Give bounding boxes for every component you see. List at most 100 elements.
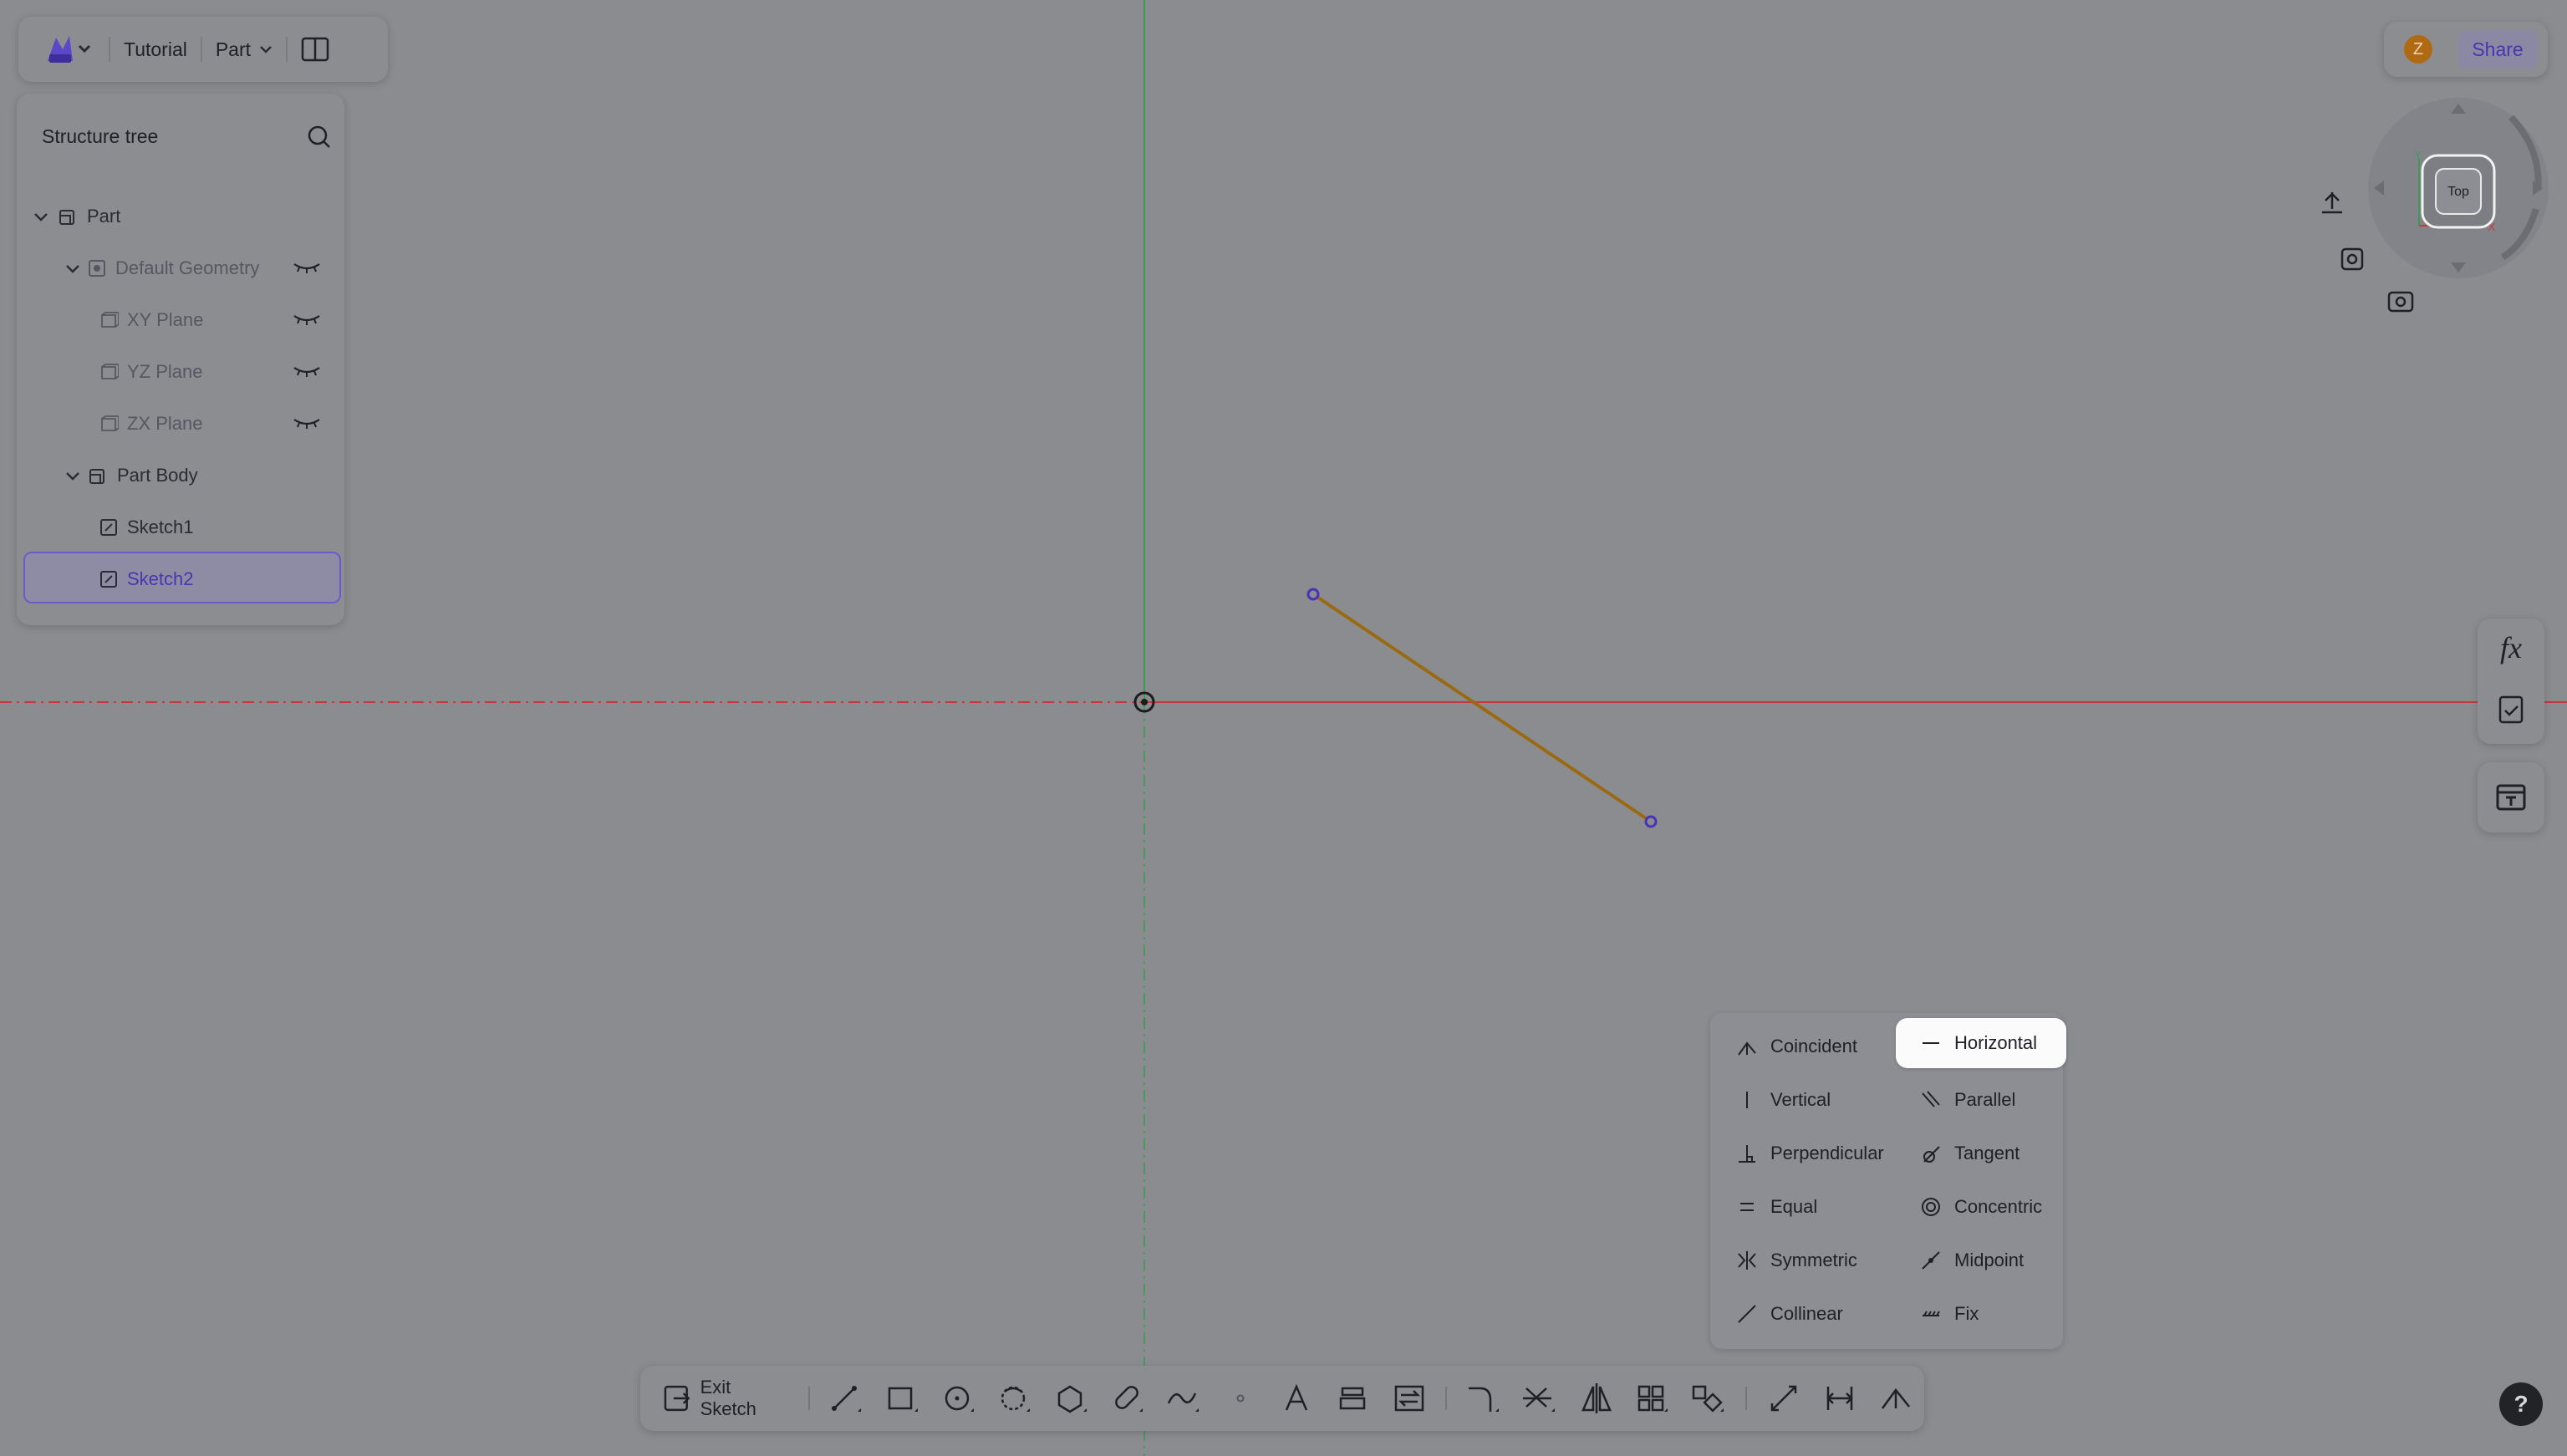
side-tools-panel-2 [2478,762,2544,832]
view-mode-icon[interactable] [2335,242,2369,276]
dimension-icon [1770,1385,1796,1412]
fx-button[interactable]: fx [2478,630,2544,665]
convert-tool[interactable] [1381,1373,1437,1423]
sketch-line[interactable] [1312,593,1653,823]
tree-item-part-body[interactable]: Part Body [64,456,198,495]
tree-item-zx-plane[interactable]: ZX Plane [99,405,203,443]
table-icon[interactable] [2494,781,2528,814]
spline-icon [1168,1392,1199,1412]
exit-sketch-button[interactable]: Exit Sketch [662,1377,792,1420]
constraint-label: Fix [1954,1303,1979,1324]
polygon-tool[interactable] [1043,1373,1099,1423]
mode-dropdown[interactable]: Part [216,38,251,61]
tree-item-label: Sketch1 [127,517,194,537]
divider [1445,1387,1448,1410]
constraint-tool[interactable] [1868,1373,1924,1423]
constraint-symmetric[interactable]: Symmetric [1719,1235,1889,1285]
project-name[interactable]: Tutorial [124,38,187,61]
tree-item-default-geometry[interactable]: Default Geometry [64,249,259,288]
constraint-label: Horizontal [1954,1032,2038,1053]
constraint-collinear[interactable]: Collinear [1719,1289,1889,1339]
search-icon[interactable] [306,124,333,150]
fit-view-icon[interactable] [2315,187,2349,221]
spline-tool[interactable] [1156,1373,1212,1423]
project-icon [1340,1387,1366,1410]
constraint-label: Coincident [1770,1036,1857,1056]
constraint-horizontal[interactable]: Horizontal [1896,1018,2066,1068]
constraint-perpendicular[interactable]: Perpendicular [1719,1128,1897,1179]
view-cube[interactable]: Y X Top [2362,92,2554,284]
mirror-tool[interactable] [1568,1373,1624,1423]
constraint-label: Perpendicular [1770,1143,1884,1163]
axis-y-label: Y [2414,148,2422,161]
tree-item-sketch2[interactable]: Sketch2 [99,560,194,598]
constraint-fix[interactable]: Fix [1902,1289,2061,1339]
constraint-equal[interactable]: Equal [1719,1182,1889,1232]
constraint-midpoint[interactable]: Midpoint [1902,1235,2061,1285]
tree-item-part[interactable]: Part [32,197,120,236]
tree-item-label: XY Plane [127,309,204,330]
sketch-toolbar: Exit Sketch [640,1366,1924,1431]
help-button[interactable]: ? [2499,1382,2543,1426]
sketch-canvas[interactable] [0,0,2567,1456]
plane-icon [101,312,119,328]
checklist-icon[interactable] [2494,692,2528,725]
avatar[interactable]: Z [2404,35,2432,64]
chevron-down-icon[interactable] [64,259,82,277]
divider [200,37,202,62]
rectangle-icon [888,1387,918,1412]
slot-tool[interactable] [1099,1373,1155,1423]
hidden-eye-icon[interactable] [293,415,321,431]
tree-item-xy-plane[interactable]: XY Plane [99,301,203,339]
constraint-parallel[interactable]: Parallel [1902,1075,2061,1125]
app-logo-icon[interactable] [40,28,95,70]
arc-tool[interactable] [987,1373,1043,1423]
text-tool[interactable] [1268,1373,1324,1423]
chevron-down-icon[interactable] [259,44,272,54]
constraint-label: Vertical [1770,1089,1831,1110]
line-start-point[interactable] [1306,588,1320,601]
perpendicular-icon [1739,1145,1755,1163]
chevron-down-icon[interactable] [64,466,82,485]
point-icon [1236,1394,1245,1403]
tree-item-yz-plane[interactable]: YZ Plane [99,353,203,391]
dimension-tool[interactable] [1755,1373,1811,1423]
line-end-point[interactable] [1644,815,1658,828]
transform-tool[interactable] [1681,1373,1737,1423]
cube-face-label: Top [2447,185,2469,199]
measure-tool[interactable] [1811,1373,1867,1423]
transform-icon [1693,1385,1724,1413]
chevron-down-icon[interactable] [32,207,50,226]
constraint-vertical[interactable]: Vertical [1719,1075,1889,1125]
rectangle-tool[interactable] [874,1373,930,1423]
fillet-tool[interactable] [1455,1373,1511,1423]
constraint-concentric[interactable]: Concentric [1902,1182,2061,1232]
line-tool[interactable] [818,1373,874,1423]
project-tool[interactable] [1325,1373,1381,1423]
camera-view-icon[interactable] [2384,286,2417,319]
tree-item-sketch1[interactable]: Sketch1 [99,508,194,547]
tree-item-label: ZX Plane [127,413,203,434]
constraint-tangent[interactable]: Tangent [1902,1128,2061,1179]
hidden-eye-icon[interactable] [293,311,321,328]
constraint-coincident[interactable]: Coincident [1719,1021,1889,1072]
tangent-icon [1923,1146,1940,1163]
hidden-eye-icon[interactable] [293,363,321,379]
fix-icon [1923,1311,1940,1316]
exit-sketch-icon [664,1385,690,1412]
pattern-icon [1637,1385,1668,1412]
share-button[interactable]: Share [2457,30,2538,69]
tree-item-label: YZ Plane [127,361,203,382]
vertical-icon [1746,1092,1748,1108]
point-tool[interactable] [1212,1373,1268,1423]
pattern-tool[interactable] [1624,1373,1680,1423]
hidden-eye-icon[interactable] [293,259,321,276]
structure-tree-panel: Structure tree Part Default Geometry XY … [17,94,344,625]
panel-toggle-icon[interactable] [301,37,329,62]
circle-tool[interactable] [930,1373,986,1423]
fillet-icon [1468,1387,1499,1412]
constraint-label: Parallel [1954,1089,2016,1110]
equal-icon [1740,1203,1754,1211]
trim-tool[interactable] [1512,1373,1568,1423]
exit-sketch-label: Exit Sketch [700,1377,756,1419]
